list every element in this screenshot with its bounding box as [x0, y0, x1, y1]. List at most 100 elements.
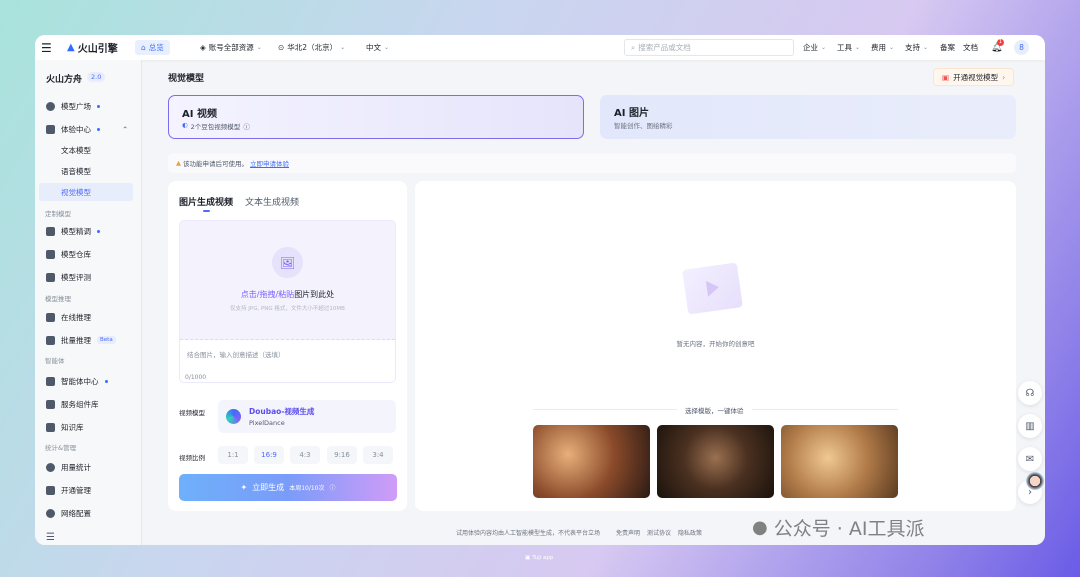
menu-enterprise[interactable]: 企业 ⌄ — [803, 42, 826, 53]
chevron-down-icon: ⌄ — [821, 44, 827, 51]
warning-icon: ▲ — [176, 159, 181, 167]
app-window: ☰ ▲ 火山引擎 ⌂ 总览 ◈ 账号全部资源 ⌄ ⊙ 华北2（北京） ⌄ 中文 ⌄ ⌕ 搜索产品… — [35, 35, 1045, 545]
template-thumbnail[interactable] — [657, 425, 774, 498]
batch-icon — [46, 335, 55, 345]
ratio-16-9[interactable]: 16:9 — [254, 446, 284, 464]
item-label: 批量推理 — [61, 335, 91, 345]
prompt-input[interactable]: 结合图片，输入创意描述（选填） — [187, 349, 285, 359]
headset-icon — [46, 462, 55, 472]
sidebar-item-text-model[interactable]: 文本模型 — [39, 141, 133, 159]
sidebar-item-usage[interactable]: 用量统计 — [39, 458, 133, 476]
generate-button[interactable]: ✦ 立即生成 本周10/10次 ⓘ — [179, 474, 397, 501]
notification-badge: 1 — [997, 38, 1004, 46]
upload-dropzone[interactable]: 🖼︎ 点击/拖拽/粘贴图片到此处 仅支持 JPG, PNG 格式，文件大小不超过… — [180, 221, 395, 340]
chevron-up-icon: ⌃ — [122, 124, 129, 134]
watermark-text: 公众号 · AI工具派 — [773, 518, 925, 540]
item-label: 语音模型 — [61, 166, 91, 176]
sidebar-item-fine-tune[interactable]: 模型精调 — [39, 222, 133, 240]
book-icon[interactable]: ▥ — [1018, 414, 1042, 438]
flask-icon — [46, 272, 55, 282]
card-subtitle: ◐ 2个豆包视频模型 ⓘ — [182, 121, 250, 131]
ai-image-card[interactable]: AI 图片 智能创作、图绘精彩 — [600, 95, 1016, 139]
image-upload-icon: 🖼︎ — [272, 247, 303, 278]
link-docs[interactable]: 文档 — [963, 42, 978, 53]
menu-label: 支持 — [905, 43, 920, 52]
dock-label: ▣ Tuji app — [525, 555, 553, 561]
char-count: 0/1000 — [185, 374, 207, 381]
region-label: 华北2（北京） — [287, 43, 338, 52]
test-agreement-link[interactable]: 测试协议 — [647, 528, 671, 537]
ratio-9-16[interactable]: 9:16 — [327, 446, 357, 464]
item-label: 文本模型 — [61, 145, 91, 155]
dot-indicator — [104, 379, 108, 383]
region-selector[interactable]: ⊙ 华北2（北京） ⌄ — [278, 42, 345, 53]
apply-link[interactable]: 立即申请体验 — [250, 158, 289, 168]
item-label: 服务组件库 — [61, 399, 99, 409]
item-label: 模型广场 — [61, 101, 91, 111]
ai-video-card[interactable]: AI 视频 ◐ 2个豆包视频模型 ⓘ — [168, 95, 584, 139]
sidebar-item-model-repo[interactable]: 模型仓库 — [39, 245, 133, 263]
clapperboard-illustration-icon — [682, 262, 743, 315]
doubao-icon: ◐ — [182, 121, 188, 129]
language-selector[interactable]: 中文 ⌄ — [366, 42, 389, 53]
menu-label: 费用 — [871, 43, 886, 52]
sidebar-item-activation[interactable]: 开通管理 — [39, 481, 133, 499]
item-label: 知识库 — [61, 422, 84, 432]
volcano-logo-icon: ▲ — [67, 42, 75, 53]
overview-button[interactable]: ⌂ 总览 — [135, 40, 170, 55]
customer-service-icon[interactable]: ☊ — [1018, 381, 1042, 405]
globe-icon — [46, 508, 55, 518]
activate-vision-button[interactable]: ▣ 开通视觉模型 › — [933, 68, 1015, 86]
feedback-icon[interactable]: ✉ — [1018, 447, 1042, 471]
avatar[interactable]: 8 — [1014, 40, 1029, 55]
item-label: 视觉模型 — [61, 187, 91, 197]
ratio-4-3[interactable]: 4:3 — [290, 446, 320, 464]
tab-image-to-video[interactable]: 图片生成视频 — [179, 195, 233, 208]
building-icon — [46, 312, 55, 322]
sidebar-item-model-square[interactable]: 模型广场 — [39, 97, 133, 115]
group-title: 统计&管理 — [45, 444, 77, 452]
model-label: 视频模型 — [179, 409, 205, 417]
template-thumbnail[interactable] — [533, 425, 650, 498]
notice-text: 该功能申请后可使用。 — [183, 160, 248, 168]
generation-panel: 图片生成视频 文本生成视频 🖼︎ 点击/拖拽/粘贴图片到此处 仅支持 JPG, … — [168, 181, 407, 511]
sidebar-item-network[interactable]: 网络配置 — [39, 504, 133, 522]
footer-disclaimer: 试用体验内容均由人工智能模型生成，不代表平台立场 — [456, 530, 601, 537]
sidebar-item-components[interactable]: 服务组件库 — [39, 395, 133, 413]
group-title: 模型推理 — [45, 295, 71, 303]
collapse-sidebar-icon[interactable]: ☰ — [46, 532, 55, 543]
sidebar-item-online-inference[interactable]: 在线推理 — [39, 308, 133, 326]
sidebar-item-knowledge[interactable]: 知识库 — [39, 418, 133, 436]
ratio-3-4[interactable]: 3:4 — [363, 446, 393, 464]
grid-icon — [46, 376, 55, 386]
bell-icon[interactable]: 🔔︎ 1 — [991, 38, 1004, 53]
home-icon: ⌂ — [141, 43, 146, 52]
card-subtitle: 智能创作、图绘精彩 — [614, 122, 673, 130]
model-selector[interactable]: Doubao-视频生成 PixelDance — [218, 400, 396, 433]
sidebar-item-agent-center[interactable]: 智能体中心 — [39, 372, 133, 390]
quota-text: 本周10/10次 — [289, 485, 325, 492]
sparkle-icon: ✦ — [240, 483, 248, 492]
dot-indicator — [97, 104, 100, 108]
page-title: 视觉模型 — [168, 74, 205, 84]
menu-billing[interactable]: 费用 ⌄ — [871, 42, 894, 53]
privacy-link[interactable]: 隐私政策 — [678, 528, 702, 537]
brand-logo[interactable]: ▲ 火山引擎 — [67, 40, 118, 55]
sidebar-item-model-eval[interactable]: 模型评测 — [39, 268, 133, 286]
sidebar-item-vision-model[interactable]: 视觉模型 — [39, 183, 133, 201]
tab-text-to-video[interactable]: 文本生成视频 — [245, 195, 299, 208]
disclaimer-link[interactable]: 免责声明 — [616, 528, 640, 537]
menu-tools[interactable]: 工具 ⌄ — [837, 42, 860, 53]
ratio-1-1[interactable]: 1:1 — [218, 446, 248, 464]
sidebar-item-voice-model[interactable]: 语音模型 — [39, 162, 133, 180]
search-input[interactable]: ⌕ 搜索产品或文档 — [624, 39, 794, 56]
sidebar-item-batch-inference[interactable]: 批量推理 Beta — [39, 331, 133, 349]
card-title: AI 视频 — [182, 109, 217, 120]
sidebar-item-experience-center[interactable]: 体验中心 ⌃ — [39, 120, 133, 138]
menu-support[interactable]: 支持 ⌄ — [905, 42, 928, 53]
menu-icon[interactable]: ☰ — [41, 41, 52, 55]
template-thumbnail[interactable] — [781, 425, 898, 498]
account-selector[interactable]: ◈ 账号全部资源 ⌄ — [200, 42, 262, 53]
assistant-avatar[interactable] — [1026, 472, 1044, 490]
link-filing[interactable]: 备案 — [940, 42, 955, 53]
